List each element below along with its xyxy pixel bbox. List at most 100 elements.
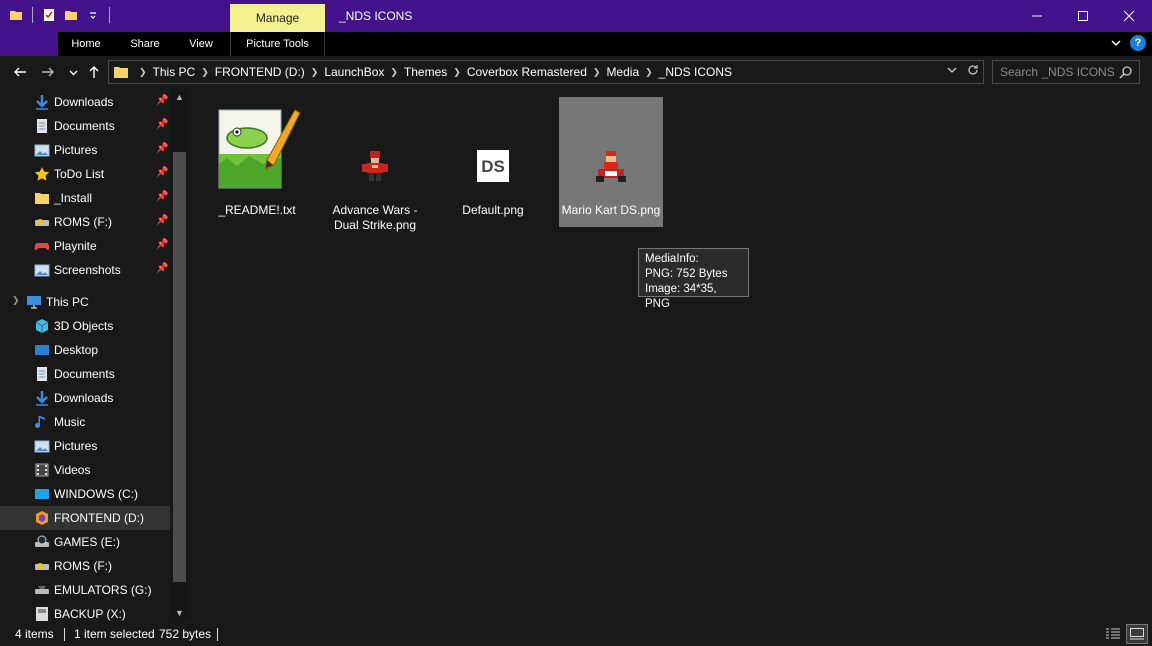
breadcrumb-coverbox-remastered[interactable]: Coverbox Remastered — [467, 65, 587, 79]
quick-access-toolbar — [8, 6, 112, 24]
customize-toolbar-icon[interactable] — [85, 6, 101, 24]
nav-item-label: 3D Objects — [54, 319, 114, 333]
folder-icon[interactable] — [8, 6, 24, 24]
nav-item-windows-c[interactable]: WINDOWS (C:) — [0, 482, 170, 506]
nav-item-downloads-pc[interactable]: Downloads — [0, 386, 170, 410]
nav-item-desktop[interactable]: Desktop — [0, 338, 170, 362]
expand-ribbon-icon[interactable] — [1110, 37, 1122, 49]
ds-logo-icon: DS — [477, 150, 509, 182]
chevron-right-icon[interactable]: ❯ — [12, 295, 20, 306]
nav-item-downloads[interactable]: Downloads 📌 — [0, 90, 170, 114]
breadcrumb-chevron-icon[interactable]: ❯ — [453, 67, 461, 78]
nav-item-games-e[interactable]: GAMES (E:) — [0, 530, 170, 554]
drive-icon — [35, 219, 49, 226]
pin-icon[interactable]: 📌 — [156, 167, 168, 178]
breadcrumb-chevron-icon[interactable]: ❯ — [390, 67, 398, 78]
breadcrumb-chevron-icon[interactable]: ❯ — [139, 67, 147, 78]
forward-button[interactable] — [38, 62, 58, 82]
chevron-down-icon — [69, 70, 77, 75]
nav-scrollbar[interactable]: ▲ ▼ — [171, 88, 188, 622]
maximize-button[interactable] — [1060, 0, 1106, 32]
minimize-button[interactable] — [1014, 0, 1060, 32]
pictures-icon — [34, 264, 50, 277]
up-button[interactable] — [84, 62, 104, 82]
tab-home[interactable]: Home — [58, 32, 114, 56]
close-button[interactable] — [1106, 0, 1152, 32]
nav-item-label: ROMS (F:) — [54, 215, 112, 229]
large-icons-view-button[interactable] — [1126, 624, 1148, 644]
file-list: _README!.txt Advance Wars - Dual Strike.… — [188, 88, 1152, 622]
pin-icon[interactable]: 📌 — [156, 215, 168, 226]
nav-item-videos[interactable]: Videos — [0, 458, 170, 482]
nav-item-pictures-pc[interactable]: Pictures — [0, 434, 170, 458]
tab-share[interactable]: Share — [114, 32, 176, 56]
pin-icon[interactable]: 📌 — [156, 119, 168, 130]
search-input[interactable]: Search _NDS ICONS — [992, 60, 1140, 84]
nav-item-3d-objects[interactable]: 3D Objects — [0, 314, 170, 338]
chevron-up-icon[interactable]: ▲ — [171, 92, 188, 102]
scrollbar-thumb[interactable] — [173, 152, 186, 582]
pin-icon[interactable]: 📌 — [156, 263, 168, 274]
nav-item-pictures[interactable]: Pictures 📌 — [0, 138, 170, 162]
nav-item-this-pc[interactable]: ❯ This PC — [0, 290, 170, 314]
chevron-down-icon[interactable] — [947, 65, 957, 75]
pin-icon[interactable]: 📌 — [156, 191, 168, 202]
file-item-readme[interactable]: _README!.txt — [205, 97, 309, 227]
large-icons-view-icon — [1130, 628, 1144, 640]
manage-tab[interactable]: Manage — [230, 4, 325, 32]
address-bar[interactable]: ❯ This PC ❯ FRONTEND (D:) ❯ LaunchBox ❯ … — [108, 60, 984, 84]
breadcrumb-this-pc[interactable]: This PC — [153, 65, 196, 79]
nav-item-label: Downloads — [54, 391, 114, 405]
file-item-default[interactable]: DS Default.png — [441, 97, 545, 227]
breadcrumb-frontend[interactable]: FRONTEND (D:) — [215, 65, 305, 79]
nav-item-install[interactable]: _Install 📌 — [0, 186, 170, 210]
recent-locations-button[interactable] — [63, 62, 83, 82]
pin-icon[interactable]: 📌 — [156, 143, 168, 154]
chevron-down-icon[interactable]: ▼ — [171, 608, 188, 618]
desktop-icon — [35, 345, 49, 355]
pin-icon[interactable]: 📌 — [156, 95, 168, 106]
file-item-mario-kart-ds[interactable]: Mario Kart DS.png — [559, 97, 663, 227]
nav-item-backup-x[interactable]: BACKUP (X:) — [0, 602, 170, 622]
file-name: Mario Kart DS.png — [561, 203, 661, 217]
download-icon — [36, 391, 48, 406]
nav-item-emulators-g[interactable]: EMULATORS (G:) — [0, 578, 170, 602]
breadcrumb-media[interactable]: Media — [606, 65, 639, 79]
nav-item-documents[interactable]: Documents 📌 — [0, 114, 170, 138]
nav-item-frontend-d[interactable]: FRONTEND (D:) — [0, 506, 170, 530]
new-folder-icon[interactable] — [63, 6, 79, 24]
nav-item-label: ROMS (F:) — [54, 559, 112, 573]
back-button[interactable] — [10, 62, 30, 82]
file-item-advance-wars[interactable]: Advance Wars - Dual Strike.png — [323, 97, 427, 232]
nav-item-screenshots[interactable]: Screenshots 📌 — [0, 258, 170, 282]
tab-view[interactable]: View — [176, 32, 226, 56]
nav-item-label: BACKUP (X:) — [54, 607, 126, 621]
breadcrumb-nds-icons[interactable]: _NDS ICONS — [659, 65, 732, 79]
breadcrumb-themes[interactable]: Themes — [404, 65, 447, 79]
nav-item-documents-pc[interactable]: Documents — [0, 362, 170, 386]
breadcrumb-chevron-icon[interactable]: ❯ — [593, 67, 601, 78]
nav-item-roms-f[interactable]: ROMS (F:) 📌 — [0, 210, 170, 234]
details-view-button[interactable] — [1102, 624, 1124, 644]
window-title: _NDS ICONS — [339, 9, 413, 23]
breadcrumb-launchbox[interactable]: LaunchBox — [324, 65, 384, 79]
nav-item-music[interactable]: Music — [0, 410, 170, 434]
help-icon[interactable]: ? — [1130, 35, 1146, 51]
breadcrumb-chevron-icon[interactable]: ❯ — [311, 67, 319, 78]
mario-kart-icon — [596, 150, 626, 182]
properties-icon[interactable] — [41, 6, 57, 24]
navigation-pane: Downloads 📌 Documents 📌 Pictures 📌 ToDo … — [0, 88, 188, 622]
toolbar-divider — [32, 7, 33, 23]
breadcrumb-chevron-icon[interactable]: ❯ — [201, 67, 209, 78]
nav-item-playnite[interactable]: Playnite 📌 — [0, 234, 170, 258]
documents-icon — [37, 367, 47, 381]
back-arrow-icon — [14, 67, 26, 77]
nav-item-todo-list[interactable]: ToDo List 📌 — [0, 162, 170, 186]
tooltip-line: Image: 34*35, PNG — [645, 283, 717, 310]
refresh-icon[interactable] — [967, 64, 979, 76]
tab-picture-tools[interactable]: Picture Tools — [230, 32, 325, 56]
navigation-bar: ❯ This PC ❯ FRONTEND (D:) ❯ LaunchBox ❯ … — [0, 56, 1152, 88]
breadcrumb-chevron-icon[interactable]: ❯ — [645, 67, 653, 78]
pin-icon[interactable]: 📌 — [156, 239, 168, 250]
nav-item-roms-f-pc[interactable]: ROMS (F:) — [0, 554, 170, 578]
